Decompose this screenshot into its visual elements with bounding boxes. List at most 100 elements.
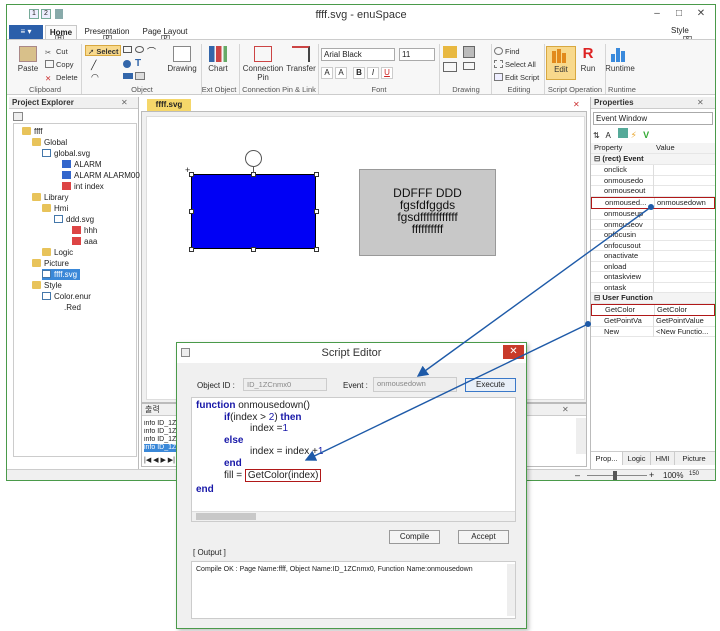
object-id-field[interactable]: ID_1ZCnmx0 xyxy=(243,378,327,391)
output-scrollbar[interactable] xyxy=(576,418,586,454)
font-size-select[interactable]: 11 xyxy=(399,48,435,61)
edit-mode-button[interactable]: Edit xyxy=(546,46,576,80)
underline-button[interactable]: U xyxy=(381,67,393,79)
events-view-icon[interactable]: ⚡ xyxy=(631,130,641,140)
code-editor[interactable]: function onmousedown() if(index > 2) the… xyxy=(191,397,516,522)
execute-button[interactable]: Execute xyxy=(465,378,516,392)
tree-item-index[interactable]: int index xyxy=(62,181,104,192)
style-menu[interactable]: Style xyxy=(671,26,689,35)
select-all-button[interactable]: Select All xyxy=(494,59,536,70)
event-row-onmousedown[interactable]: onmoused... onmousedown xyxy=(591,196,715,209)
fill-color-icon[interactable] xyxy=(443,46,457,58)
line-tool-icon[interactable]: ╱ xyxy=(91,60,96,71)
grow-font-button[interactable]: A xyxy=(321,67,333,79)
tree-item-global[interactable]: Global xyxy=(32,137,67,148)
properties-close-icon[interactable]: ✕ xyxy=(697,98,704,107)
tree-item-ddd-svg[interactable]: ddd.svg xyxy=(54,214,94,225)
resize-handle[interactable] xyxy=(189,209,194,214)
close-doc-icon[interactable]: ✕ xyxy=(573,100,580,109)
rotate-handle[interactable] xyxy=(245,150,262,167)
event-field[interactable]: onmousedown xyxy=(373,377,457,392)
polyline-tool-icon[interactable]: ⌒ xyxy=(147,45,156,58)
property-window-select[interactable]: Event Window xyxy=(593,112,713,125)
group-tool-icon[interactable] xyxy=(135,72,145,80)
resize-handle[interactable] xyxy=(189,247,194,252)
image-tool-icon[interactable] xyxy=(123,73,133,79)
dialog-close-button[interactable]: ✕ xyxy=(503,345,524,359)
text-tool-icon[interactable]: T xyxy=(135,58,141,69)
tree-item-style[interactable]: Style xyxy=(32,280,62,291)
ellipse-tool-icon[interactable] xyxy=(135,46,144,53)
drawing-gallery-button[interactable]: Drawing xyxy=(165,46,199,80)
event-row[interactable]: onmouseout xyxy=(591,186,715,197)
accept-button[interactable]: Accept xyxy=(458,530,509,544)
selected-rect[interactable] xyxy=(191,174,316,249)
tree-item-logic[interactable]: Logic xyxy=(42,247,73,258)
shadow-icon[interactable] xyxy=(463,46,475,58)
minimize-button[interactable]: – xyxy=(647,8,667,20)
event-row[interactable]: onclick xyxy=(591,165,715,176)
run-button[interactable]: R Run xyxy=(575,46,601,80)
tree-item-aaa[interactable]: aaa xyxy=(72,236,97,247)
compile-button[interactable]: Compile xyxy=(389,530,440,544)
arrange-icon[interactable] xyxy=(463,62,475,70)
tree-item-hmi[interactable]: Hmi xyxy=(42,203,68,214)
tree-item-color-enur[interactable]: Color.enur xyxy=(42,291,91,302)
edit-script-button[interactable]: Edit Script xyxy=(494,72,539,83)
category-rect-event[interactable]: ⊟ (rect) Event xyxy=(591,154,715,165)
line-color-icon[interactable] xyxy=(443,62,457,72)
event-row[interactable]: ontaskview xyxy=(591,272,715,283)
tree-item-red[interactable]: .Red xyxy=(64,302,81,313)
tab-hmi[interactable]: HMI xyxy=(651,452,675,465)
tree-item-library[interactable]: Library xyxy=(32,192,68,203)
tree-item-hhh[interactable]: hhh xyxy=(72,225,97,236)
zoom-slider-thumb[interactable] xyxy=(613,471,617,480)
find-button[interactable]: Find xyxy=(494,46,520,57)
transfer-button[interactable]: Transfer xyxy=(285,46,317,80)
rect-tool-icon[interactable] xyxy=(123,46,132,53)
category-user-function[interactable]: ⊟ User Function xyxy=(591,293,715,304)
event-row[interactable]: onmouseup xyxy=(591,209,715,220)
tree-item-alarm[interactable]: ALARM xyxy=(62,159,102,170)
tab-properties[interactable]: Prop... xyxy=(591,452,623,465)
text-box[interactable]: DDFFF DDD fgsfdfggds fgsdffffffffffff ff… xyxy=(359,169,496,256)
zoom-slider[interactable] xyxy=(587,475,647,476)
user-function-row[interactable]: GetPointVa GetPointValue xyxy=(591,316,715,327)
code-hscrollbar[interactable] xyxy=(192,511,515,521)
event-row[interactable]: onmousedo xyxy=(591,175,715,186)
code-hscrollbar-thumb[interactable] xyxy=(196,513,256,520)
select-tool-button[interactable]: ➚ Select xyxy=(85,45,122,56)
path-tool-icon[interactable]: ◠ xyxy=(91,72,99,83)
event-row[interactable]: ontask xyxy=(591,282,715,293)
tab-picture[interactable]: Picture xyxy=(675,452,713,465)
zoom-out-button[interactable]: – xyxy=(575,470,580,480)
zoom-in-button[interactable]: + xyxy=(649,470,654,480)
user-function-row[interactable]: New <New Functio... xyxy=(591,326,715,337)
sort-alpha-icon[interactable]: A xyxy=(606,131,616,141)
variables-view-icon[interactable]: V xyxy=(643,130,653,140)
maximize-button[interactable]: □ xyxy=(669,8,689,20)
resize-handle[interactable] xyxy=(251,247,256,252)
pivot-icon[interactable]: + xyxy=(185,165,190,175)
resize-handle[interactable] xyxy=(314,247,319,252)
resize-handle[interactable] xyxy=(314,209,319,214)
close-button[interactable]: ✕ xyxy=(691,8,711,20)
output-vscrollbar[interactable] xyxy=(507,564,515,616)
bold-button[interactable]: B xyxy=(353,67,365,79)
tree-item-ffff-svg[interactable]: ffff.svg xyxy=(42,269,81,280)
chart-button[interactable]: Chart xyxy=(203,46,233,80)
compile-output-box[interactable]: Compile OK : Page Name:ffff, Object Name… xyxy=(191,561,516,619)
tree-item-project[interactable]: ffff xyxy=(22,126,42,137)
output-close-icon[interactable]: ✕ xyxy=(562,405,569,414)
circle-tool-icon[interactable] xyxy=(123,60,131,68)
tree-item-alarm00[interactable]: ALARM ALARM00 xyxy=(62,170,140,181)
resize-handle[interactable] xyxy=(314,172,319,177)
event-row[interactable]: onmouseov xyxy=(591,219,715,230)
script-runtime-button[interactable]: Runtime xyxy=(603,46,637,80)
delete-button[interactable]: ✕ Delete xyxy=(45,72,78,83)
properties-view-icon[interactable] xyxy=(618,128,629,138)
event-row[interactable]: onfocusin xyxy=(591,230,715,241)
document-tab[interactable]: ffff.svg xyxy=(147,99,191,111)
pin-icon[interactable]: ✕ xyxy=(121,98,128,107)
font-name-select[interactable]: Arial Black xyxy=(321,48,395,61)
